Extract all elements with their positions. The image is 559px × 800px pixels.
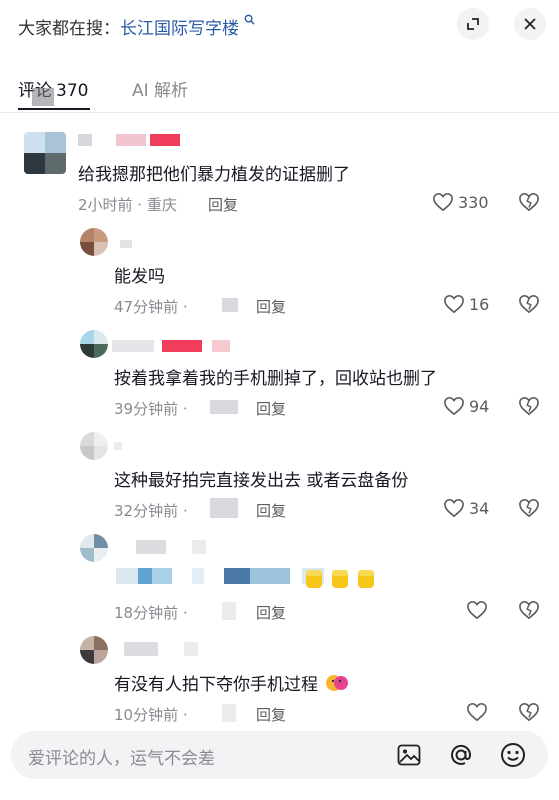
reply-button[interactable]: 回复	[256, 296, 286, 317]
reply-button[interactable]: 回复	[208, 194, 238, 215]
search-icon	[240, 14, 255, 28]
raised-fist-emoji-icon	[332, 570, 348, 588]
avatar[interactable]	[80, 636, 108, 664]
comment-text: 按着我拿着我的手机删掉了，回收站也删了	[114, 369, 437, 389]
dislike-icon	[519, 396, 539, 416]
heart-icon	[467, 702, 487, 722]
username-redacted[interactable]	[136, 540, 206, 554]
like-count: 34	[469, 498, 490, 518]
comment-text-redacted	[116, 568, 324, 586]
raised-fist-emoji-icon	[306, 570, 322, 588]
like-button[interactable]: 16	[443, 294, 489, 314]
search-suggestion[interactable]: 大家都在搜：长江国际写字楼	[18, 14, 255, 39]
redaction-block	[210, 400, 238, 414]
dislike-button[interactable]	[518, 192, 540, 216]
comment-time: 47分钟前 ·	[114, 298, 188, 316]
close-button[interactable]	[514, 8, 546, 40]
top-bar: 大家都在搜：长江国际写字楼	[0, 0, 559, 50]
heart-icon	[444, 396, 464, 416]
search-keyword[interactable]: 长江国际写字楼	[120, 19, 239, 39]
comment-time: 39分钟前 ·	[114, 400, 188, 418]
comment-time: 32分钟前 ·	[114, 502, 188, 520]
avatar[interactable]	[80, 228, 108, 256]
avatar[interactable]	[80, 432, 108, 460]
dislike-icon	[519, 294, 539, 314]
username-redacted[interactable]	[112, 340, 230, 352]
comment-text: 有没有人拍下夺你手机过程	[114, 670, 349, 695]
like-button[interactable]	[466, 600, 488, 620]
redaction-block	[32, 88, 54, 106]
comment-time-location: 2小时前 · 重庆	[78, 196, 177, 214]
comment-text-content: 有没有人拍下夺你手机过程	[114, 675, 318, 695]
tab-comments-count: 370	[56, 81, 89, 101]
tab-active-indicator	[18, 108, 90, 110]
search-prefix: 大家都在搜：	[18, 19, 120, 39]
comment-text: 这种最好拍完直接发出去 或者云盘备份	[114, 471, 409, 491]
reply-button[interactable]: 回复	[256, 704, 286, 725]
mention-button[interactable]	[447, 741, 475, 769]
comment-input-bar[interactable]: 爱评论的人，运气不会差	[11, 731, 548, 779]
dislike-icon	[519, 192, 539, 212]
dislike-button[interactable]	[518, 396, 540, 420]
emoji-button[interactable]	[499, 741, 527, 769]
hugging-emoji-icon	[326, 675, 349, 691]
avatar[interactable]	[80, 330, 108, 358]
like-button[interactable]	[466, 702, 488, 722]
heart-icon	[444, 498, 464, 518]
comment-input-placeholder[interactable]: 爱评论的人，运气不会差	[28, 744, 215, 769]
comment-time: 18分钟前 ·	[114, 604, 188, 622]
tab-ai-analysis[interactable]: AI 解析	[132, 76, 188, 101]
redaction-block	[222, 602, 236, 620]
dislike-button[interactable]	[518, 600, 540, 624]
dislike-button[interactable]	[518, 702, 540, 726]
dislike-button[interactable]	[518, 498, 540, 522]
like-count: 16	[469, 294, 490, 314]
username-redacted[interactable]	[120, 240, 132, 248]
dislike-icon	[519, 498, 539, 518]
tab-bar: 评论370 AI 解析	[0, 72, 559, 113]
like-button[interactable]: 330	[432, 192, 489, 212]
raised-fist-emoji-icon	[358, 570, 374, 588]
reply-button[interactable]: 回复	[256, 500, 286, 521]
redaction-block	[210, 498, 238, 518]
username-redacted[interactable]	[114, 442, 122, 450]
redaction-block	[222, 704, 236, 722]
like-button[interactable]: 94	[443, 396, 489, 416]
reply-button[interactable]: 回复	[256, 602, 286, 623]
comment-text: 能发吗	[114, 267, 165, 287]
image-button[interactable]	[395, 741, 423, 769]
username-redacted[interactable]	[78, 134, 180, 146]
emoji-icon	[501, 743, 525, 767]
comment-time: 10分钟前 ·	[114, 706, 188, 724]
heart-icon	[433, 192, 453, 212]
expand-icon	[467, 18, 479, 30]
avatar[interactable]	[80, 534, 108, 562]
image-icon	[397, 744, 421, 766]
username-redacted[interactable]	[124, 642, 198, 656]
comment-text: 给我摁那把他们暴力植发的证据删了	[78, 165, 350, 185]
avatar[interactable]	[24, 132, 66, 174]
redaction-block	[222, 298, 238, 312]
like-button[interactable]: 34	[443, 498, 489, 518]
dislike-icon	[519, 600, 539, 620]
heart-icon	[467, 600, 487, 620]
dislike-button[interactable]	[518, 294, 540, 318]
heart-icon	[444, 294, 464, 314]
reply-button[interactable]: 回复	[256, 398, 286, 419]
at-icon	[451, 744, 472, 765]
dislike-icon	[519, 702, 539, 722]
close-icon	[524, 18, 536, 30]
like-count: 330	[458, 192, 489, 212]
expand-button[interactable]	[457, 8, 489, 40]
like-count: 94	[469, 396, 490, 416]
emoji-group	[304, 566, 376, 590]
